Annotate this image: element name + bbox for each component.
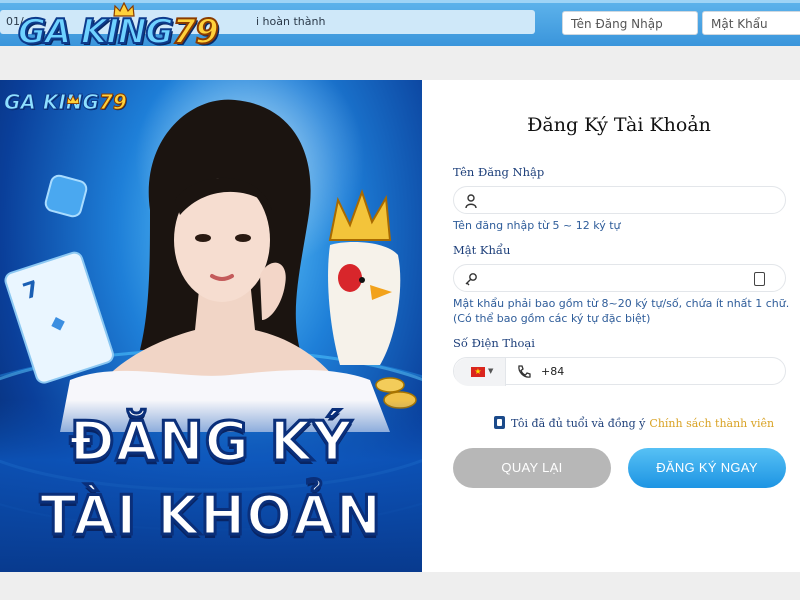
phone-icon (518, 365, 531, 378)
register-button[interactable]: ĐĂNG KÝ NGAY (628, 448, 786, 488)
vietnam-flag-icon: ★ (471, 367, 485, 377)
country-selector[interactable]: ★ ▼ (454, 358, 506, 386)
promo-banner: 7 GA KING79 ĐĂNG KÝ TÀI KHOẢN (0, 80, 422, 572)
chevron-down-icon: ▼ (488, 367, 494, 375)
key-icon (465, 273, 477, 286)
register-card: 7 GA KING79 ĐĂNG KÝ TÀI KHOẢN Đăng Ký Tà… (0, 80, 800, 572)
username-label: Tên Đăng Nhập (453, 165, 545, 179)
register-form: Đăng Ký Tài Khoản Tên Đăng Nhập Tên đăng… (422, 80, 800, 572)
password-label: Mật Khẩu (453, 243, 511, 257)
policy-link[interactable]: Chính sách thành viên (649, 417, 774, 430)
banner-title-line2: TÀI KHOẢN (38, 483, 383, 549)
banner-logo: GA KING79 (4, 90, 128, 115)
header-password-input[interactable]: Mật Khẩu (702, 11, 800, 35)
form-title: Đăng Ký Tài Khoản (527, 114, 711, 136)
show-password-toggle[interactable] (754, 272, 765, 286)
country-code: +84 (541, 365, 565, 378)
user-icon (465, 194, 477, 209)
crown-icon (66, 95, 80, 104)
banner-title-line1: ĐĂNG KÝ (68, 409, 353, 475)
terms-agreement: Tôi đã đủ tuổi và đồng ý Chính sách thành… (494, 416, 774, 430)
terms-checkbox[interactable] (494, 416, 505, 429)
username-field[interactable] (453, 186, 786, 214)
phone-label: Số Điện Thoại (453, 336, 535, 350)
top-header: 01/i hoàn thành GA KING79 Tên Đăng Nhập … (0, 0, 800, 53)
logo-text: GA KING79 (17, 11, 220, 53)
site-logo[interactable]: GA KING79 (17, 2, 263, 53)
header-username-input[interactable]: Tên Đăng Nhập (562, 11, 698, 35)
password-hint: Mật khẩu phải bao gồm từ 8~20 ký tự/số, … (453, 297, 790, 325)
username-hint: Tên đăng nhập từ 5 ~ 12 ký tự (453, 219, 621, 232)
marquee-text: i hoàn thành (256, 15, 326, 28)
phone-field[interactable]: ★ ▼ +84 (453, 357, 786, 386)
terms-text: Tôi đã đủ tuổi và đồng ý (511, 417, 646, 430)
back-button[interactable]: QUAY LẠI (453, 448, 611, 488)
password-field[interactable] (453, 264, 786, 292)
